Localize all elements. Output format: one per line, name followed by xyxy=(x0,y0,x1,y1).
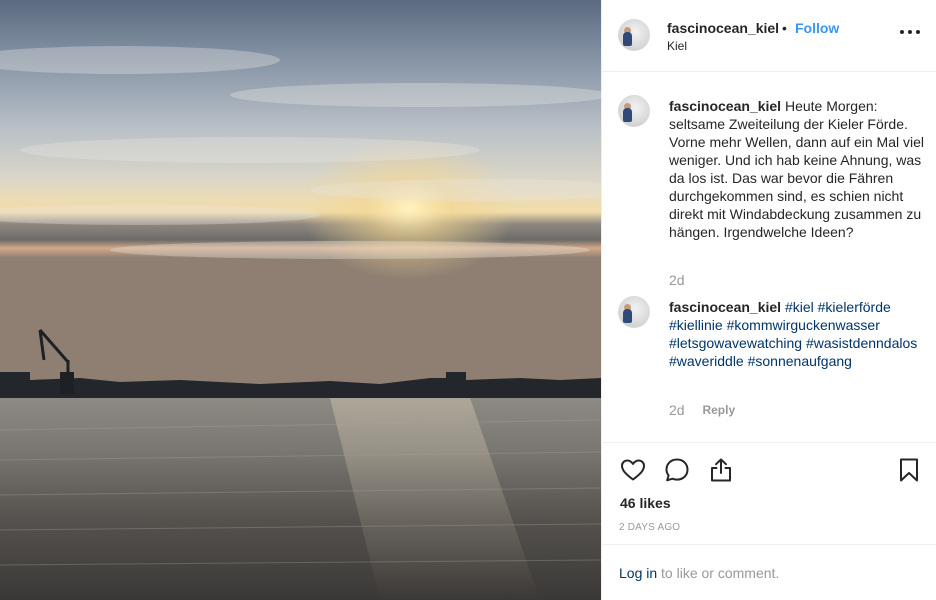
login-row: Log in to like or comment. xyxy=(619,565,779,581)
header-separator: • xyxy=(782,20,787,36)
header-username[interactable]: fascinocean_kiel xyxy=(667,20,779,36)
likes-count[interactable]: 46 likes xyxy=(620,495,671,511)
location-link[interactable]: Kiel xyxy=(667,39,687,53)
comment-icon[interactable] xyxy=(663,456,691,484)
comment-text: Heute Morgen: seltsame Zweiteilung der K… xyxy=(669,98,924,240)
comments-list[interactable]: fascinocean_kiel Heute Morgen: seltsame … xyxy=(602,73,936,442)
login-suffix: to like or comment. xyxy=(657,565,780,581)
login-prompt: Log in to like or comment. xyxy=(602,544,936,600)
comment-username[interactable]: fascinocean_kiel xyxy=(669,299,781,315)
hashtag-link[interactable]: #waveriddle xyxy=(669,353,744,369)
share-icon[interactable] xyxy=(707,456,735,484)
hashtag-link[interactable]: #kiellinie xyxy=(669,317,723,333)
avatar[interactable] xyxy=(618,296,650,328)
post-actions: 46 likes 2 DAYS AGO xyxy=(602,442,936,544)
more-options-icon[interactable] xyxy=(900,22,920,42)
comment-age[interactable]: 2d xyxy=(669,402,685,418)
hashtag-link[interactable]: #wasistdenndalos xyxy=(806,335,917,351)
hashtag-link[interactable]: #letsgowavewatching xyxy=(669,335,802,351)
hashtag-link[interactable]: #kommwirguckenwasser xyxy=(727,317,880,333)
comment-body: fascinocean_kiel #kiel #kielerförde #kie… xyxy=(669,298,924,370)
reply-button[interactable]: Reply xyxy=(702,403,735,417)
login-link[interactable]: Log in xyxy=(619,565,657,581)
post-header: fascinocean_kiel • Follow Kiel xyxy=(602,0,936,72)
post-side-panel: fascinocean_kiel • Follow Kiel fascinoce… xyxy=(601,0,936,600)
hashtag-link[interactable]: #kiel xyxy=(785,299,814,315)
avatar[interactable] xyxy=(618,19,650,51)
comment-username[interactable]: fascinocean_kiel xyxy=(669,98,781,114)
comment-age[interactable]: 2d xyxy=(669,272,685,288)
heart-icon[interactable] xyxy=(619,456,647,484)
comment-meta: 2d Reply xyxy=(669,402,735,418)
bookmark-icon[interactable] xyxy=(895,456,923,484)
comment-body: fascinocean_kiel Heute Morgen: seltsame … xyxy=(669,97,924,241)
avatar[interactable] xyxy=(618,95,650,127)
comment-meta: 2d xyxy=(669,272,685,288)
hashtag-link[interactable]: #sonnenaufgang xyxy=(748,353,852,369)
follow-button[interactable]: Follow xyxy=(795,20,839,36)
post-photo[interactable] xyxy=(0,0,601,600)
post-timestamp[interactable]: 2 DAYS AGO xyxy=(619,522,680,533)
hashtag-link[interactable]: #kielerförde xyxy=(818,299,891,315)
